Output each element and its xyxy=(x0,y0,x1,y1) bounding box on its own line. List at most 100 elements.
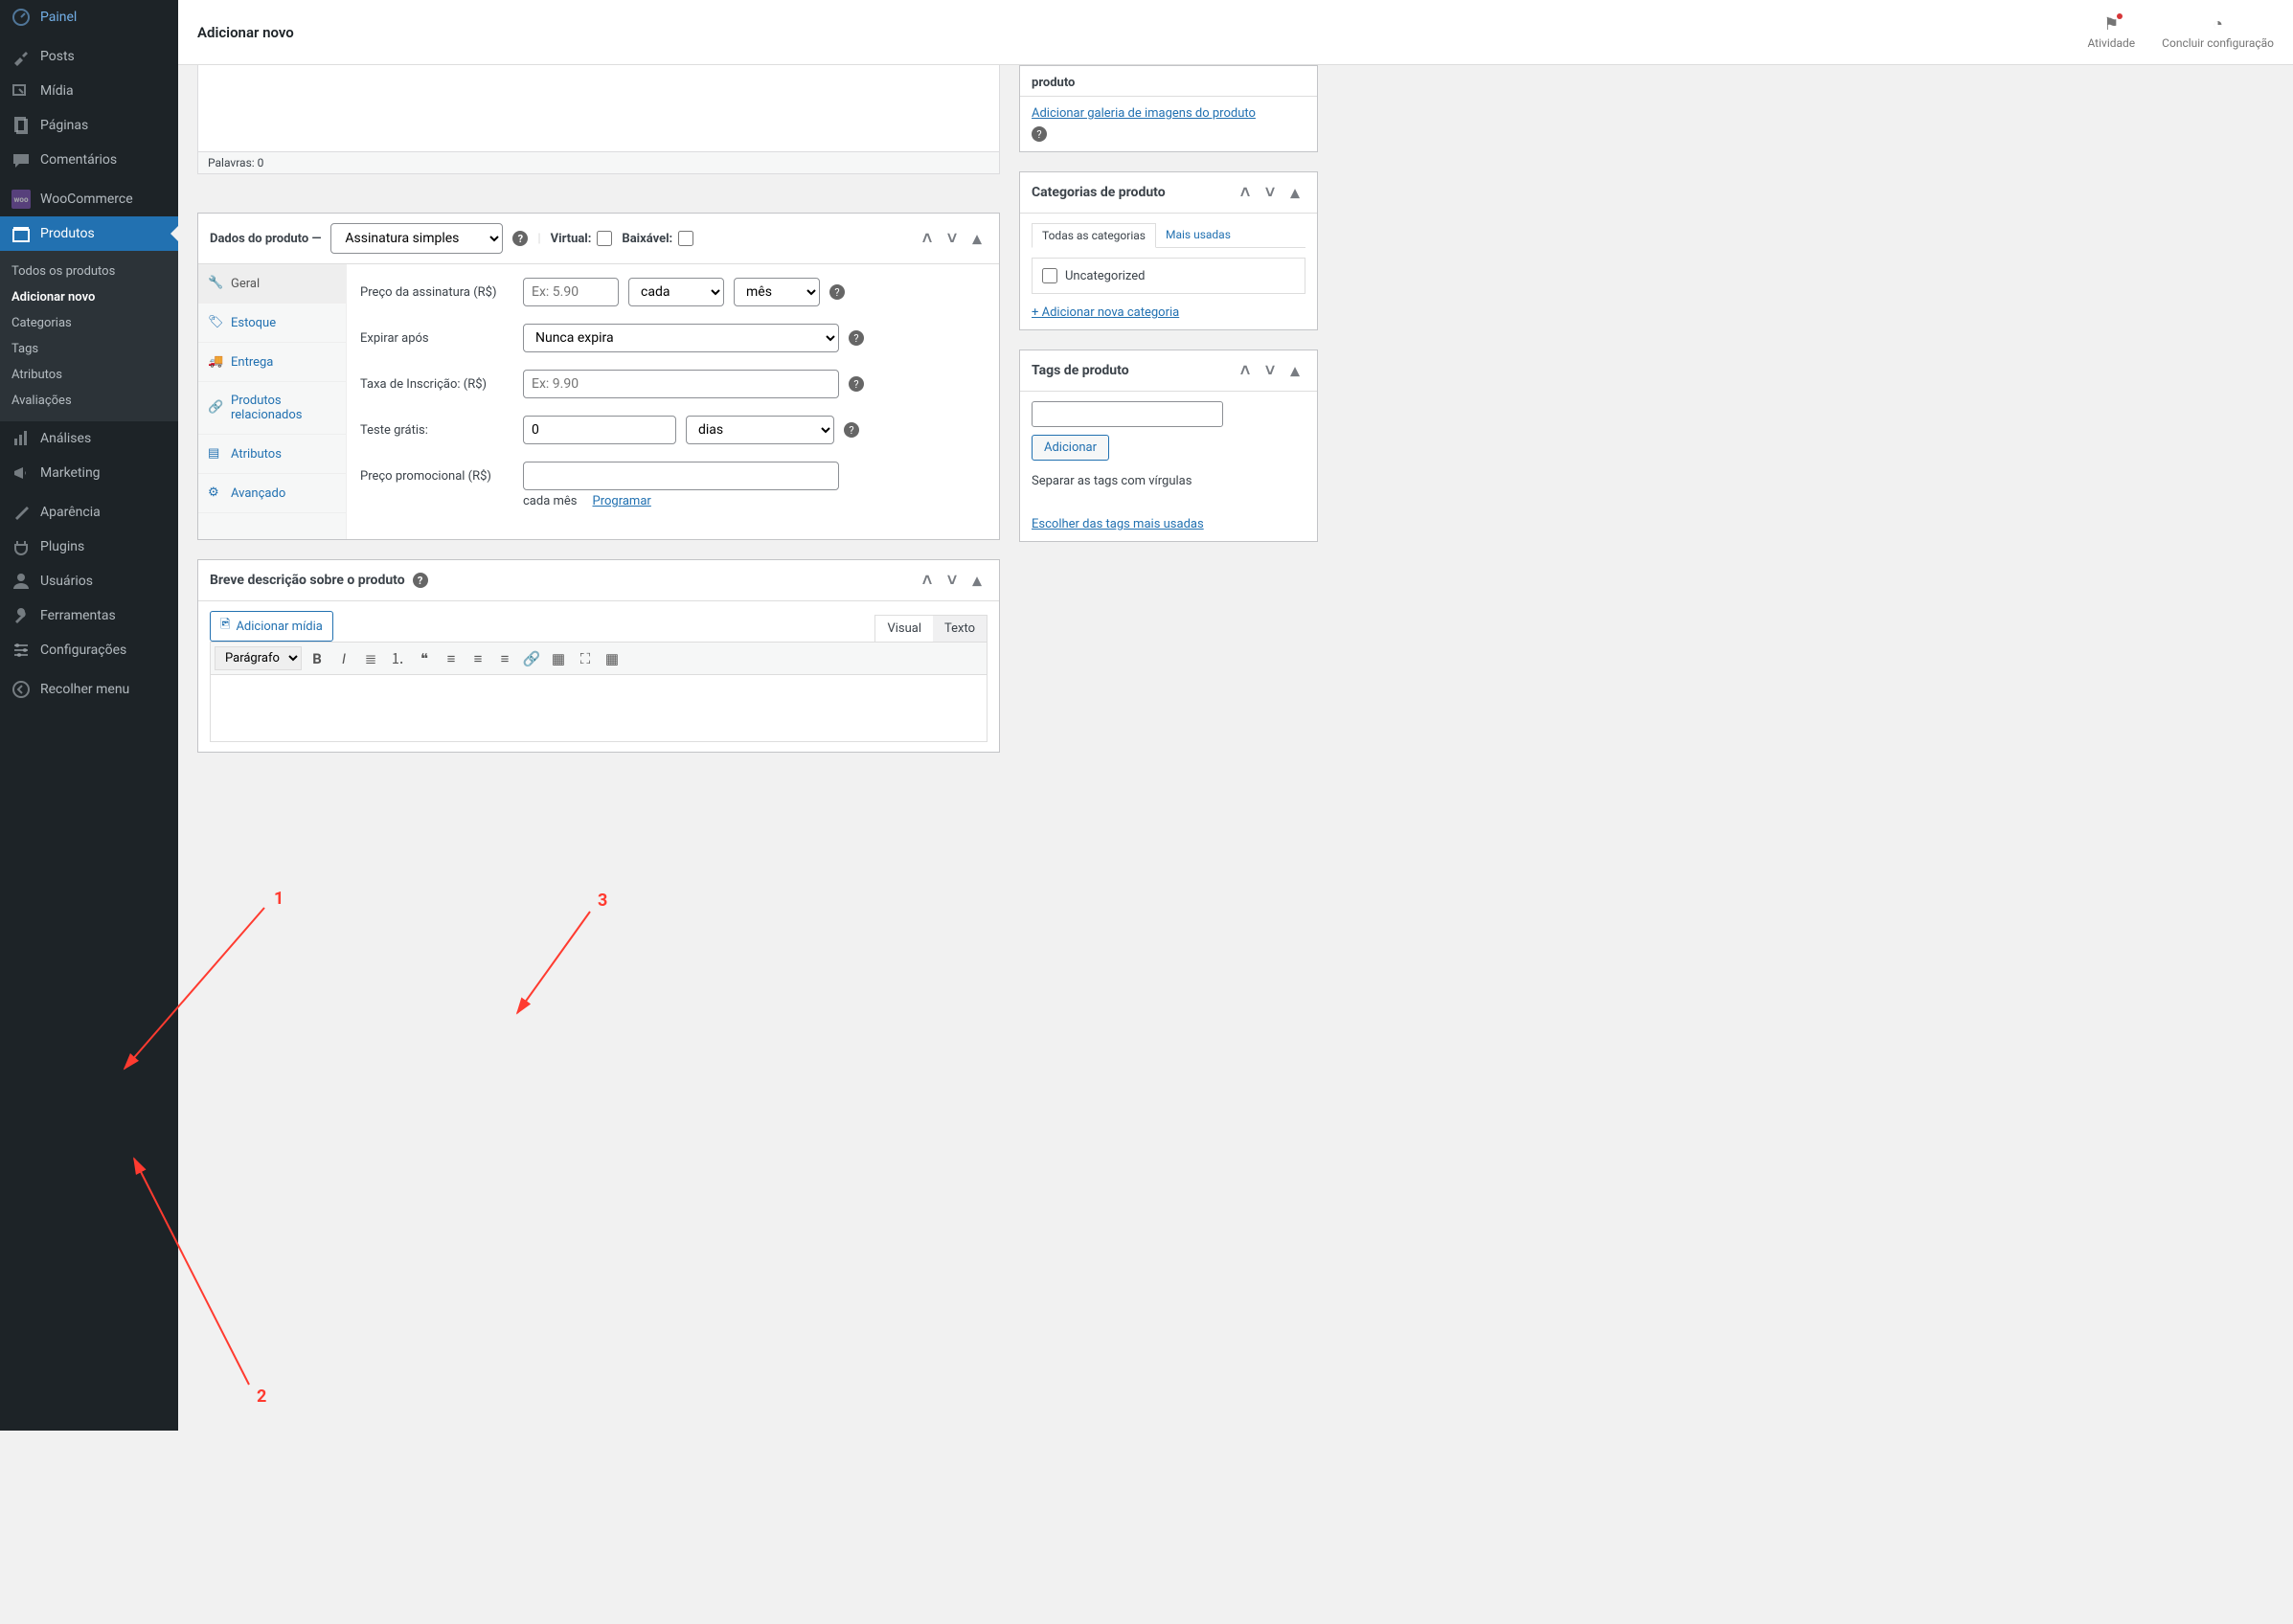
sidebar-item-comentarios[interactable]: Comentários xyxy=(0,143,178,177)
move-down-icon[interactable]: ˅ xyxy=(942,228,963,249)
virtual-label: Virtual: xyxy=(551,232,592,246)
virtual-checkbox[interactable] xyxy=(597,231,612,246)
help-icon[interactable]: ? xyxy=(844,422,859,438)
sidebar-item-marketing[interactable]: Marketing xyxy=(0,456,178,490)
sidebar-item-aparencia[interactable]: Aparência xyxy=(0,495,178,530)
link-icon[interactable]: 🔗 xyxy=(520,647,543,670)
categories-panel: Categorias de produto ˄ ˅ ▴ Todas as cat… xyxy=(1019,171,1318,330)
toggle-panel-icon[interactable]: ▴ xyxy=(966,570,988,591)
sidebar-item-analises[interactable]: Análises xyxy=(0,421,178,456)
toggle-panel-icon[interactable]: ▴ xyxy=(1284,360,1305,381)
tab-advanced[interactable]: ⚙Avançado xyxy=(198,474,346,513)
categories-title: Categorias de produto xyxy=(1032,185,1166,200)
expire-after-label: Expirar após xyxy=(360,331,513,346)
italic-icon[interactable]: I xyxy=(332,647,355,670)
activity-button[interactable]: ⚑ Atividade xyxy=(2087,14,2135,50)
tags-input[interactable] xyxy=(1032,401,1223,427)
more-icon[interactable]: ▦ xyxy=(547,647,570,670)
move-up-icon[interactable]: ˄ xyxy=(917,570,938,591)
sidebar-label: Configurações xyxy=(40,643,126,658)
sidebar-item-painel[interactable]: Painel xyxy=(0,0,178,34)
sidebar-label: Comentários xyxy=(40,152,117,168)
sidebar-item-produtos[interactable]: Produtos xyxy=(0,216,178,251)
billing-period-select[interactable]: mês xyxy=(734,278,820,306)
fullscreen-icon[interactable]: ⛶ xyxy=(574,647,597,670)
tab-label: Atributos xyxy=(231,447,282,462)
sidebar-item-plugins[interactable]: Plugins xyxy=(0,530,178,564)
quote-icon[interactable]: ❝ xyxy=(413,647,436,670)
add-media-button[interactable]: 🖻Adicionar mídia xyxy=(210,611,333,642)
toolbar-toggle-icon[interactable]: ▦ xyxy=(601,647,624,670)
submenu-categories[interactable]: Categorias xyxy=(0,310,178,336)
editor-content-area[interactable] xyxy=(198,65,999,151)
align-right-icon[interactable]: ≡ xyxy=(493,647,516,670)
tab-shipping[interactable]: 🚚Entrega xyxy=(198,343,346,382)
tab-most-used[interactable]: Mais usadas xyxy=(1156,223,1240,247)
format-select[interactable]: Parágrafo xyxy=(215,646,302,670)
wrench-icon: 🔧 xyxy=(208,276,223,291)
signup-fee-input[interactable] xyxy=(523,370,839,398)
tab-attributes[interactable]: ▤Atributos xyxy=(198,435,346,474)
sidebar-item-configuracoes[interactable]: Configurações xyxy=(0,633,178,667)
editor-tab-visual[interactable]: Visual xyxy=(875,616,933,642)
billing-each-select[interactable]: cada xyxy=(628,278,724,306)
help-icon[interactable]: ? xyxy=(849,330,864,346)
finish-setup-button[interactable]: ◔ Concluir configuração xyxy=(2162,14,2274,50)
sidebar-collapse[interactable]: Recolher menu xyxy=(0,672,178,707)
ul-icon[interactable]: ≣ xyxy=(359,647,382,670)
move-down-icon[interactable]: ˅ xyxy=(942,570,963,591)
align-left-icon[interactable]: ≡ xyxy=(440,647,463,670)
tab-linked[interactable]: 🔗Produtos relacionados xyxy=(198,382,346,435)
bold-icon[interactable]: B xyxy=(306,647,329,670)
align-center-icon[interactable]: ≡ xyxy=(466,647,489,670)
add-category-link[interactable]: + Adicionar nova categoria xyxy=(1032,305,1305,320)
category-uncategorized[interactable]: Uncategorized xyxy=(1042,268,1295,283)
help-icon[interactable]: ? xyxy=(829,284,845,300)
uncategorized-checkbox[interactable] xyxy=(1042,268,1057,283)
submenu-all-products[interactable]: Todos os produtos xyxy=(0,259,178,284)
sidebar-item-usuarios[interactable]: Usuários xyxy=(0,564,178,598)
submenu-tags[interactable]: Tags xyxy=(0,336,178,362)
free-trial-unit-select[interactable]: dias xyxy=(686,416,834,444)
sidebar-item-woocommerce[interactable]: wooWooCommerce xyxy=(0,182,178,216)
schedule-link[interactable]: Programar xyxy=(593,494,651,508)
sidebar-item-ferramentas[interactable]: Ferramentas xyxy=(0,598,178,633)
sidebar-label: Plugins xyxy=(40,539,84,554)
sidebar-item-paginas[interactable]: Páginas xyxy=(0,108,178,143)
sidebar-item-midia[interactable]: Mídia xyxy=(0,74,178,108)
subscription-price-input[interactable] xyxy=(523,278,619,306)
help-icon[interactable]: ? xyxy=(413,573,428,588)
short-desc-editor[interactable] xyxy=(210,675,988,742)
tab-inventory[interactable]: 🏷Estoque xyxy=(198,304,346,343)
downloadable-checkbox[interactable] xyxy=(678,231,693,246)
help-icon[interactable]: ? xyxy=(1032,126,1047,142)
tab-general[interactable]: 🔧Geral xyxy=(198,264,346,304)
move-down-icon[interactable]: ˅ xyxy=(1260,360,1281,381)
sidebar-label: Páginas xyxy=(40,118,88,133)
free-trial-input[interactable] xyxy=(523,416,676,444)
move-down-icon[interactable]: ˅ xyxy=(1260,182,1281,203)
submenu-attributes[interactable]: Atributos xyxy=(0,362,178,388)
chart-icon xyxy=(11,429,31,448)
add-tag-button[interactable]: Adicionar xyxy=(1032,435,1109,461)
editor-tab-text[interactable]: Texto xyxy=(933,616,987,642)
toggle-panel-icon[interactable]: ▴ xyxy=(1284,182,1305,203)
move-up-icon[interactable]: ˄ xyxy=(1235,360,1256,381)
tab-all-categories[interactable]: Todas as categorias xyxy=(1032,223,1156,248)
choose-tags-link[interactable]: Escolher das tags mais usadas xyxy=(1032,517,1204,531)
toggle-panel-icon[interactable]: ▴ xyxy=(966,228,988,249)
sidebar-item-posts[interactable]: Posts xyxy=(0,39,178,74)
move-up-icon[interactable]: ˄ xyxy=(917,228,938,249)
description-editor: Palavras: 0 xyxy=(197,65,1000,174)
help-icon[interactable]: ? xyxy=(512,231,528,246)
submenu-add-new[interactable]: Adicionar novo xyxy=(0,284,178,310)
expire-after-select[interactable]: Nunca expira xyxy=(523,324,839,352)
move-up-icon[interactable]: ˄ xyxy=(1235,182,1256,203)
page-title: Adicionar novo xyxy=(197,24,294,41)
submenu-reviews[interactable]: Avaliações xyxy=(0,388,178,414)
add-gallery-link[interactable]: Adicionar galeria de imagens do produto xyxy=(1032,106,1256,121)
promo-price-input[interactable] xyxy=(523,462,839,490)
product-type-select[interactable]: Assinatura simples xyxy=(330,223,503,254)
ol-icon[interactable]: ⒈ xyxy=(386,647,409,670)
help-icon[interactable]: ? xyxy=(849,376,864,392)
